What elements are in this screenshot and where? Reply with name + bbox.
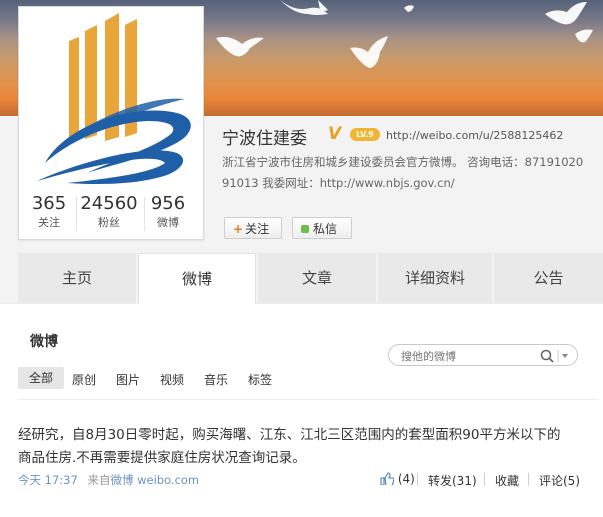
follow-button[interactable]: + 关注: [224, 217, 282, 239]
thumbs-up-icon: [380, 472, 395, 487]
post-search[interactable]: [388, 344, 578, 366]
stat-followers[interactable]: 24560 粉丝: [77, 193, 141, 231]
tab-home[interactable]: 主页: [18, 253, 136, 303]
post-source[interactable]: 微博 weibo.com: [110, 473, 199, 487]
tab-details[interactable]: 详细资料: [378, 253, 492, 303]
post-source-prefix: 来自: [87, 473, 111, 487]
message-label: 私信: [313, 222, 338, 236]
logo-icon: [37, 13, 191, 185]
post-meta: 今天 17:37 来自微博 weibo.com: [18, 472, 199, 488]
avatar[interactable]: [27, 13, 195, 185]
follow-label: 关注: [245, 222, 270, 236]
like-button[interactable]: (4): [380, 472, 415, 487]
following-count: 365: [31, 193, 67, 214]
stat-posts[interactable]: 956 微博: [145, 193, 191, 231]
followers-count: 24560: [80, 193, 138, 214]
filter-tags[interactable]: 标签: [248, 371, 272, 388]
post-text-line2: 商品住房.不再需要提供家庭住房状况查询记录。: [18, 450, 306, 466]
posts-label: 微博: [157, 216, 179, 229]
message-button[interactable]: 私信: [292, 217, 352, 239]
divider: [18, 399, 598, 400]
verified-icon[interactable]: V: [328, 124, 341, 144]
profile-description-line1: 浙江省宁波市住房和城乡建设委员会官方微博。 咨询电话：87191020: [222, 155, 584, 169]
post-text-line1: 经研究，自8月30日零时起，购买海曙、江东、江北三区范围内的套型面积90平方米以…: [18, 427, 561, 443]
stat-following[interactable]: 365 关注: [27, 193, 71, 231]
comment-button[interactable]: 评论(5): [539, 472, 580, 489]
repost-button[interactable]: 转发(31): [428, 472, 477, 489]
search-icon[interactable]: [533, 346, 573, 366]
profile-description-line2: 91013 我委网址：http://www.nbjs.gov.cn/: [222, 176, 455, 190]
tab-announcements[interactable]: 公告: [494, 253, 603, 303]
filter-all[interactable]: 全部: [18, 367, 64, 389]
filter-music[interactable]: 音乐: [204, 371, 228, 388]
favorite-button[interactable]: 收藏: [495, 472, 519, 489]
following-label: 关注: [38, 216, 60, 229]
filter-original[interactable]: 原创: [72, 371, 96, 388]
level-badge[interactable]: LV.9: [350, 128, 380, 141]
followers-label: 粉丝: [98, 216, 120, 229]
post-search-input[interactable]: [399, 347, 533, 365]
filter-images[interactable]: 图片: [116, 371, 140, 388]
post-text: 经研究，自8月30日零时起，购买海曙、江东、江北三区范围内的套型面积90平方米以…: [18, 424, 588, 470]
filter-bar: 全部 原创 图片 视频 音乐 标签: [18, 364, 603, 392]
tab-weibo[interactable]: 微博: [138, 253, 256, 304]
profile-name: 宁波住建委: [222, 129, 307, 149]
feed-title: 微博: [30, 334, 58, 350]
message-icon: [301, 225, 309, 233]
avatar-card: 365 关注 24560 粉丝 956 微博: [18, 6, 204, 240]
posts-count: 956: [150, 193, 186, 214]
post-time[interactable]: 今天 17:37: [18, 473, 78, 487]
filter-video[interactable]: 视频: [160, 371, 184, 388]
plus-icon: +: [233, 222, 244, 236]
tab-articles[interactable]: 文章: [258, 253, 376, 303]
like-count: (4): [397, 472, 415, 486]
profile-url[interactable]: http://weibo.com/u/2588125462: [386, 129, 563, 142]
